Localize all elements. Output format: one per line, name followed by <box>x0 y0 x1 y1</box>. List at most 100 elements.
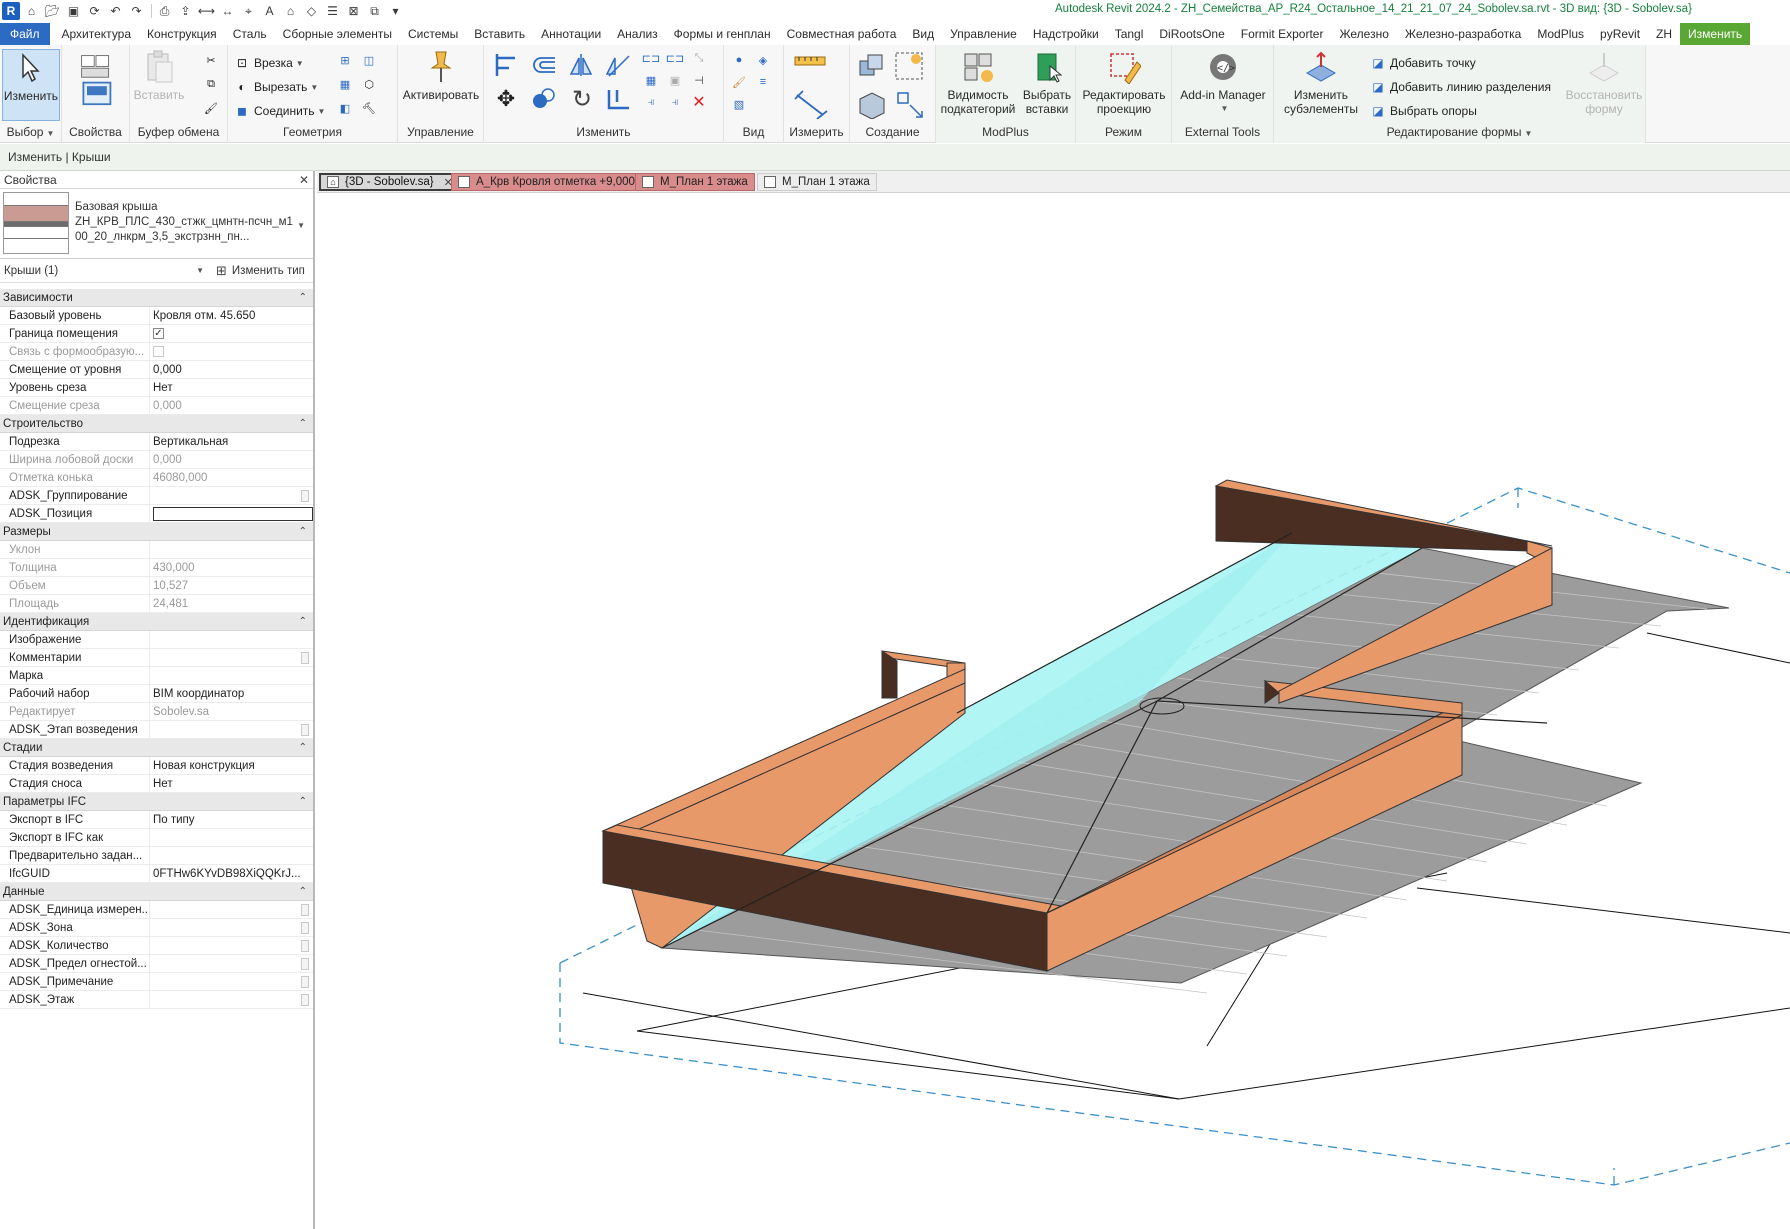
copy-icon[interactable]: ⧉ <box>202 75 220 93</box>
collapse-icon[interactable]: ⌃ <box>299 886 307 897</box>
hide-in-view-icon[interactable]: ● <box>730 51 748 69</box>
checkbox[interactable]: ✓ <box>153 328 164 339</box>
isolate-icon[interactable]: ◈ <box>754 51 772 69</box>
measure-distance-icon[interactable] <box>792 51 832 69</box>
property-row[interactable]: Базовый уровень Кровля отм. 45.650 <box>0 307 313 325</box>
tab-15[interactable]: DiRootsOne <box>1151 23 1232 45</box>
move-icon[interactable]: ✥ <box>492 85 520 113</box>
property-value[interactable]: Новая конструкция <box>150 757 313 774</box>
view-tab[interactable]: М_План 1 этажа <box>635 173 755 191</box>
tab-21[interactable]: ZH <box>1648 23 1680 45</box>
override-graphics-icon[interactable]: 🖌︎ <box>730 73 748 91</box>
associate-parameter-icon[interactable] <box>301 490 309 502</box>
property-value[interactable]: Вертикальная <box>150 433 313 450</box>
collapse-icon[interactable]: ⌃ <box>299 742 307 753</box>
addin-manager-button[interactable]: </> Add-in Manager ▼ <box>1174 49 1272 116</box>
properties-button[interactable] <box>66 49 126 112</box>
tab-4[interactable]: Сборные элементы <box>275 23 400 45</box>
property-row[interactable]: ADSK_Позиция <box>0 505 313 523</box>
property-value[interactable] <box>150 631 313 648</box>
pick-supports-button[interactable]: ◪ Выбрать опоры <box>1370 101 1476 121</box>
property-value[interactable] <box>150 847 313 864</box>
section-icon[interactable]: ◇ <box>302 2 321 20</box>
property-value[interactable] <box>150 721 313 738</box>
property-value[interactable] <box>150 667 313 684</box>
property-row[interactable]: Стадия возведения Новая конструкция <box>0 757 313 775</box>
property-row[interactable]: Подрезка Вертикальная <box>0 433 313 451</box>
type-selector[interactable]: Базовая крыша ZH_КРВ_ПЛС_430_стжк_цмнтн-… <box>0 189 313 259</box>
match-properties-icon[interactable]: 🖌︎ <box>202 99 220 117</box>
dimension-icon[interactable]: ↔ <box>218 2 237 20</box>
properties-scrollbar[interactable] <box>0 1222 315 1229</box>
property-value[interactable]: Кровля отм. 45.650 <box>150 307 313 324</box>
property-row[interactable]: Рабочий набор BIM координатор <box>0 685 313 703</box>
property-row[interactable]: ADSK_Этап возведения <box>0 721 313 739</box>
edit-type-button[interactable]: ⊞ Изменить тип <box>216 263 305 279</box>
create-parts-icon[interactable] <box>856 51 886 81</box>
property-row[interactable]: ADSK_Зона <box>0 919 313 937</box>
tab-2[interactable]: Конструкция <box>139 23 225 45</box>
create-assembly-icon[interactable] <box>856 89 886 119</box>
property-value[interactable]: 0FTHw6KYvDB98XiQQKrJ... <box>150 865 313 882</box>
collapse-icon[interactable]: ⌃ <box>299 292 307 303</box>
property-row[interactable]: Экспорт в IFC как <box>0 829 313 847</box>
tab-9[interactable]: Формы и генплан <box>666 23 779 45</box>
add-split-line-button[interactable]: ◪ Добавить линию разделения <box>1370 77 1551 97</box>
tab-19[interactable]: ModPlus <box>1529 23 1592 45</box>
property-value[interactable]: Нет <box>150 379 313 396</box>
paint-icon[interactable]: ▦ <box>336 75 354 93</box>
tab-20[interactable]: pyRevit <box>1592 23 1648 45</box>
associate-parameter-icon[interactable] <box>301 976 309 988</box>
property-row[interactable]: Стадия сноса Нет <box>0 775 313 793</box>
split-face-icon[interactable]: ◫ <box>360 51 378 69</box>
property-row[interactable]: Марка <box>0 667 313 685</box>
customize-toolbar-icon[interactable]: ▾ <box>386 2 405 20</box>
modify-button[interactable]: Изменить <box>2 49 60 121</box>
tag-icon[interactable]: ⌖ <box>239 2 258 20</box>
associate-parameter-icon[interactable] <box>301 724 309 736</box>
property-row[interactable]: Смещение от уровня 0,000 <box>0 361 313 379</box>
redo-icon[interactable]: ↷ <box>127 2 146 20</box>
selection-box-icon[interactable]: ▧ <box>730 95 748 113</box>
aligned-dimension-icon[interactable] <box>792 89 832 119</box>
property-row[interactable]: Уровень среза Нет <box>0 379 313 397</box>
property-group-header[interactable]: Стадии ⌃ <box>0 739 313 757</box>
subcategory-visibility-button[interactable]: Видимость подкатегорий <box>938 49 1018 116</box>
select-inserts-button[interactable]: Выбрать вставки <box>1020 49 1074 116</box>
add-point-button[interactable]: ◪ Добавить точку <box>1370 53 1475 73</box>
property-value[interactable] <box>150 505 313 522</box>
view-tab[interactable]: ⌂ {3D - Sobolev.sa} ✕ <box>319 173 461 191</box>
associate-parameter-icon[interactable] <box>301 940 309 952</box>
property-row[interactable]: ADSK_Этаж <box>0 991 313 1009</box>
tab-12[interactable]: Управление <box>942 23 1025 45</box>
property-row[interactable]: ADSK_Предел огнестой... <box>0 955 313 973</box>
split-element-icon[interactable]: ⊏⊐ <box>642 49 660 67</box>
property-value[interactable] <box>150 955 313 972</box>
tab-6[interactable]: Вставить <box>466 23 533 45</box>
property-row[interactable]: Изображение <box>0 631 313 649</box>
addin-manager-dropdown-icon[interactable]: ▼ <box>1221 102 1229 116</box>
tab-5[interactable]: Системы <box>400 23 466 45</box>
create-group-icon[interactable] <box>894 51 924 81</box>
offset-icon[interactable] <box>530 51 558 79</box>
property-value[interactable] <box>150 937 313 954</box>
wall-joins-icon[interactable]: ⊞ <box>336 51 354 69</box>
collapse-icon[interactable]: ⌃ <box>299 796 307 807</box>
property-group-header[interactable]: Строительство ⌃ <box>0 415 313 433</box>
home-icon[interactable]: ⌂ <box>22 2 41 20</box>
join-button[interactable]: ◼ Соединить ▼ <box>234 101 325 121</box>
align-icon[interactable] <box>492 51 520 79</box>
export-icon[interactable]: ⇪ <box>176 2 195 20</box>
collapse-icon[interactable]: ⌃ <box>299 418 307 429</box>
property-value[interactable] <box>150 973 313 990</box>
tab-14[interactable]: Tangl <box>1107 23 1152 45</box>
property-value[interactable] <box>150 829 313 846</box>
property-value[interactable] <box>150 901 313 918</box>
paste-button[interactable]: Вставить <box>134 49 184 102</box>
property-group-header[interactable]: Зависимости ⌃ <box>0 289 313 307</box>
tab-18[interactable]: Железно-разработка <box>1397 23 1529 45</box>
3d-view-canvas[interactable] <box>317 193 1790 1229</box>
switch-windows-icon[interactable]: ⧉ <box>365 2 384 20</box>
property-value[interactable]: BIM координатор <box>150 685 313 702</box>
delete-icon[interactable]: ✕ <box>690 93 708 111</box>
